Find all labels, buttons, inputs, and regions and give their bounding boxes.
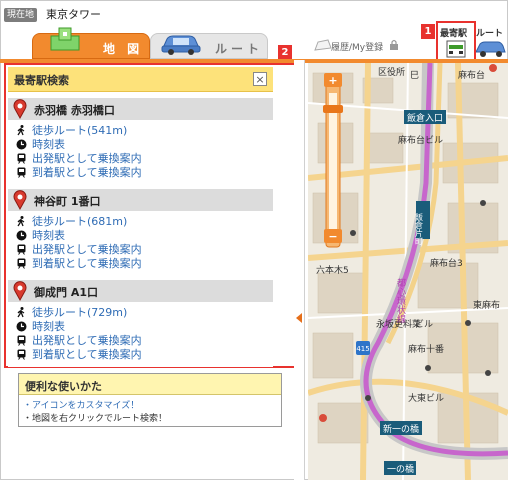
depart-transfer-text[interactable]: 出発駅として乗換案内 [32, 152, 142, 165]
map-label-ichinohashi: 一の橋 [387, 463, 414, 475]
train-icon [17, 244, 26, 255]
walk-icon [17, 307, 25, 318]
callout-1: 1 [421, 24, 435, 39]
map-canvas[interactable]: + − 区役所 飯倉入口 飯倉片町 麻布台3 六本木5 東麻布 永坂更料菜 ビル… [308, 63, 508, 480]
map-pin-icon [13, 190, 27, 210]
train-icon [17, 258, 26, 269]
tips-right-click-line: ・地図を右クリックでルート検索！ [23, 414, 168, 424]
train-icon [17, 335, 26, 346]
panel-title: 最寄駅検索 [14, 74, 69, 87]
depart-transfer-text[interactable]: 出発駅として乗換案内 [32, 334, 142, 347]
callout-2: 2 [278, 45, 292, 60]
close-button[interactable]: × [253, 72, 267, 86]
train-icon [17, 167, 26, 178]
tab-map[interactable]: 地 図 [32, 27, 150, 59]
depart-transfer-text[interactable]: 出発駅として乗換案内 [32, 243, 142, 256]
nearest-station-panel: 最寄駅検索 × 赤羽橋 赤羽橋口 徒歩ルート(541m) 時刻表 出発駅として乗… [8, 67, 273, 367]
tab-route[interactable]: ルート [150, 33, 268, 59]
arrive-transfer-text[interactable]: 到着駅として乗換案内 [32, 348, 142, 361]
map-label-azabudai-bldg: 麻布台ビル [398, 134, 443, 146]
map-label-building: ビル [415, 319, 433, 330]
map-label-azabudai: 麻布台 [458, 69, 485, 81]
tips-title: 便利な使いかた [25, 380, 102, 393]
tab-map-label: 地 図 [103, 42, 144, 56]
map-pin-icon [13, 99, 27, 119]
walk-icon [17, 125, 25, 136]
map-label-iikura-iriguchi: 飯倉入口 [407, 112, 443, 124]
timetable-text[interactable]: 時刻表 [32, 229, 65, 242]
map-label-shin-ichinohashi: 新一の橋 [383, 423, 419, 435]
map-tab-icon [50, 27, 80, 51]
walk-route-text[interactable]: 徒歩ルート(541m) [32, 124, 127, 137]
tab-route-label: ルート [215, 42, 264, 56]
tips-customize-icon-link[interactable]: ・アイコンをカスタマイズ！ [23, 398, 139, 411]
map-label-roppongi5: 六本木5 [316, 264, 349, 276]
current-location-name: 東京タワー [46, 8, 101, 21]
walk-icon [17, 216, 25, 227]
station-header[interactable]: 赤羽橋 赤羽橋口 [8, 98, 273, 120]
history-label: 履歴/My登録 [331, 43, 384, 53]
map-label-azabudai3: 麻布台3 [430, 257, 463, 269]
map-label-iikura-kata: 飯倉片町 [415, 212, 424, 245]
train-icon [17, 153, 26, 164]
panel-divider [294, 60, 305, 480]
station-header[interactable]: 御成門 A1口 [8, 280, 273, 302]
map-label-higashi-azabu: 東麻布 [473, 299, 500, 311]
current-location-badge: 現在地 [4, 8, 38, 22]
panel-header: 最寄駅検索 × [8, 67, 273, 92]
lock-icon [390, 39, 398, 50]
map-label-route-num: 415 [356, 345, 369, 353]
tips-box: 便利な使いかた ・アイコンをカスタマイズ！ ・地図を右クリックでルート検索！ [18, 373, 282, 427]
walk-route-text[interactable]: 徒歩ルート(729m) [32, 306, 127, 319]
arrive-transfer-text[interactable]: 到着駅として乗換案内 [32, 166, 142, 179]
arrive-transfer-text[interactable]: 到着駅として乗換案内 [32, 257, 142, 270]
train-icon [17, 349, 26, 360]
station-name[interactable]: 御成門 A1口 [34, 284, 98, 300]
route-car-icon[interactable] [474, 38, 506, 58]
svg-text:−: − [328, 230, 337, 243]
map-pin-icon [13, 281, 27, 301]
car-outline-icon [314, 39, 332, 51]
walk-route-text[interactable]: 徒歩ルート(681m) [32, 215, 127, 228]
station-name[interactable]: 赤羽橋 赤羽橋口 [34, 102, 115, 118]
clock-icon [16, 139, 27, 150]
station-name[interactable]: 神谷町 1番口 [34, 193, 100, 209]
map-view[interactable]: + − 区役所 飯倉入口 飯倉片町 麻布台3 六本木5 東麻布 永坂更料菜 ビル… [308, 63, 508, 480]
station-header[interactable]: 神谷町 1番口 [8, 189, 273, 211]
map-label-ohigashi: 大東ビル [408, 392, 444, 404]
map-label-dept: 区役所 [378, 66, 405, 78]
map-label-shitennoji: 巳 [410, 70, 419, 81]
timetable-text[interactable]: 時刻表 [32, 320, 65, 333]
history-my-register-button[interactable]: 履歴/My登録 [313, 36, 401, 56]
svg-text:+: + [328, 74, 337, 87]
tips-line-1[interactable]: ・アイコンをカスタマイズ！ [23, 401, 139, 411]
clock-icon [16, 230, 27, 241]
clock-icon [16, 321, 27, 332]
timetable-text[interactable]: 時刻表 [32, 138, 65, 151]
map-label-toshin-kanjo: 都心環状線 [395, 278, 406, 323]
tab-underline [0, 59, 306, 63]
map-label-azabu-juban: 麻布十番 [408, 343, 444, 355]
tips-header: 便利な使いかた [19, 374, 281, 395]
panel-collapse-arrow-icon[interactable] [296, 313, 302, 323]
car-icon [161, 35, 201, 55]
